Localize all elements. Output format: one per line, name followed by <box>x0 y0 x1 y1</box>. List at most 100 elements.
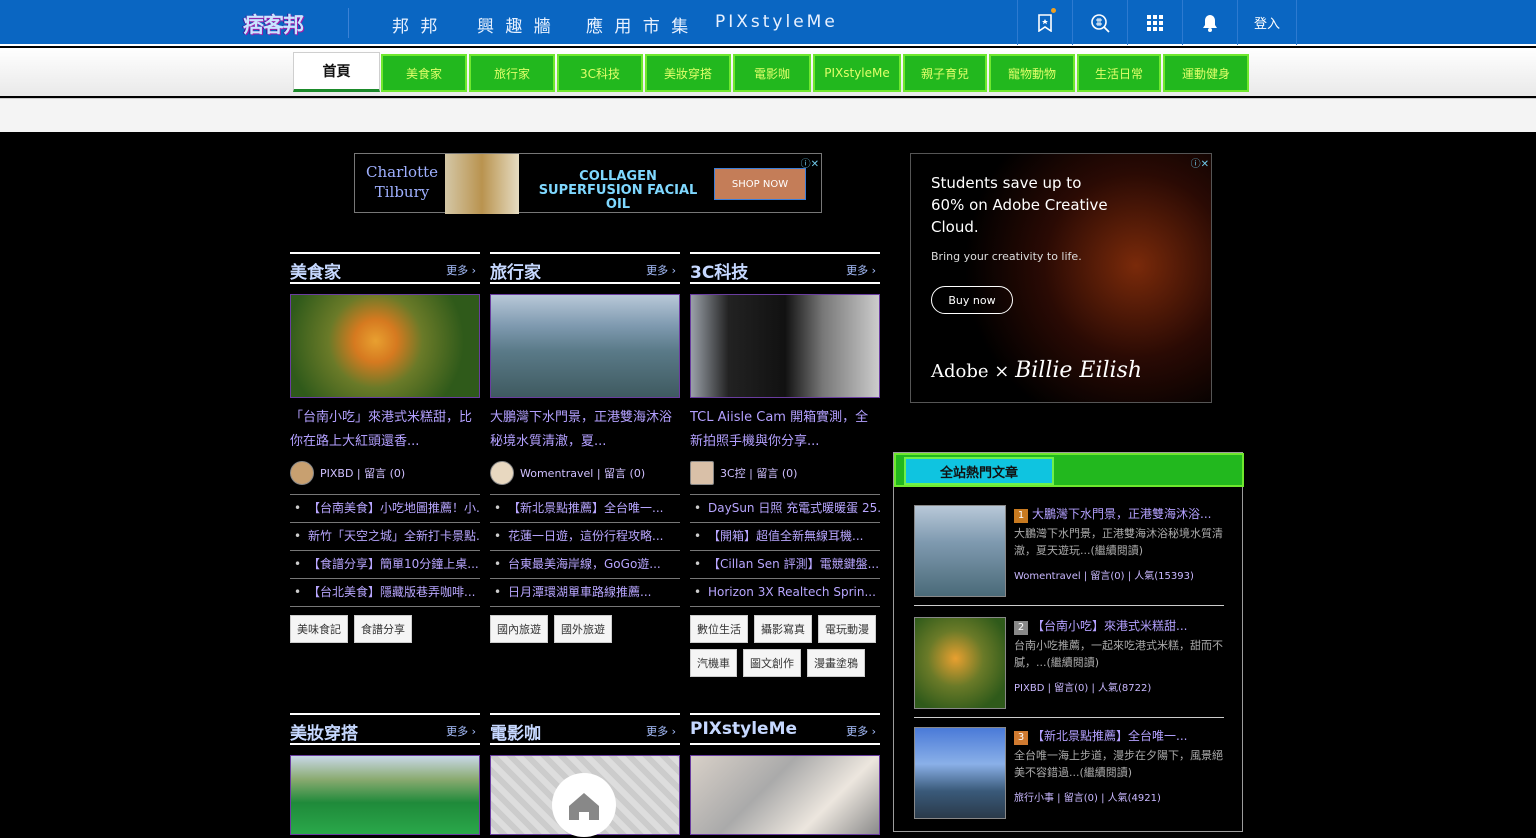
column-header: 3C科技 更多 › <box>690 252 880 284</box>
list-item[interactable]: 日月潭環湖單車路線推薦... <box>490 579 680 607</box>
nav-pixstyleme[interactable]: PIXstyleMe <box>715 12 838 32</box>
ad-close-icon[interactable]: ⓘ✕ <box>1191 155 1209 170</box>
column-more-link[interactable]: 更多 › <box>646 262 676 278</box>
category-tab-pets[interactable]: 寵物動物 <box>989 54 1075 92</box>
category-column-3c: 3C科技 更多 › TCL Aiisle Cam 開箱實測，全新拍照手機與你分享… <box>690 252 880 677</box>
hot-article-thumbnail[interactable] <box>914 617 1006 709</box>
featured-thumbnail[interactable] <box>290 294 480 398</box>
avatar[interactable] <box>490 461 514 485</box>
ad-buy-now-button[interactable]: Buy now <box>931 286 1013 314</box>
featured-post-title[interactable]: 大鵬灣下水門景，正港雙海沐浴秘境水質清澈，夏... <box>490 406 680 454</box>
home-placeholder-icon <box>552 773 616 837</box>
column-more-link[interactable]: 更多 › <box>446 262 476 278</box>
column-title[interactable]: 旅行家 <box>490 258 541 283</box>
tag-chip[interactable]: 國外旅遊 <box>554 615 612 643</box>
list-item[interactable]: 【Cillan Sen 評測】電競鍵盤... <box>690 551 880 579</box>
column-header: 旅行家 更多 › <box>490 252 680 284</box>
column-title[interactable]: 3C科技 <box>690 258 748 283</box>
list-item[interactable]: Horizon 3X Realtech Sprin... <box>690 579 880 607</box>
category-tab-sports[interactable]: 運動健身 <box>1163 54 1249 92</box>
column-more-link[interactable]: 更多 › <box>646 723 676 739</box>
bell-icon[interactable] <box>1182 0 1237 45</box>
list-item[interactable]: 花蓮一日遊，這份行程攻略... <box>490 523 680 551</box>
column-title[interactable]: 電影咖 <box>490 719 541 744</box>
nav-app-market[interactable]: 應 用 市 集 <box>586 12 691 37</box>
column-header: 電影咖 更多 › <box>490 713 680 745</box>
list-item[interactable]: 【開箱】超值全新無線耳機... <box>690 523 880 551</box>
featured-thumbnail[interactable] <box>690 755 880 835</box>
banner-ad-top[interactable]: Charlotte Tilbury COLLAGEN SUPERFUSION F… <box>354 153 822 214</box>
category-tab-movie[interactable]: 電影咖 <box>733 54 811 92</box>
avatar[interactable] <box>690 461 714 485</box>
author-name[interactable]: Womentravel <box>520 467 593 480</box>
featured-thumbnail[interactable] <box>690 294 880 398</box>
hashtag-search-icon[interactable] <box>1072 0 1127 45</box>
column-title[interactable]: PIXstyleMe <box>690 719 797 739</box>
sidebar-ad[interactable]: ⓘ✕ Students save up to 60% on Adobe Crea… <box>910 153 1212 403</box>
category-tab-parenting[interactable]: 親子育兒 <box>903 54 987 92</box>
column-title[interactable]: 美食家 <box>290 258 341 283</box>
notification-dot <box>1051 8 1056 13</box>
tag-chip[interactable]: 攝影寫真 <box>754 615 812 643</box>
hot-article-title[interactable]: 1 大鵬灣下水門景，正港雙海沐浴... <box>1014 505 1224 523</box>
ad-shop-now-button[interactable]: SHOP NOW <box>714 168 806 200</box>
tag-chip[interactable]: 數位生活 <box>690 615 748 643</box>
avatar[interactable] <box>290 461 314 485</box>
featured-thumbnail[interactable] <box>490 755 680 837</box>
featured-thumbnail[interactable] <box>290 755 480 835</box>
tag-chip[interactable]: 電玩動漫 <box>818 615 876 643</box>
list-item[interactable]: 【台北美食】隱藏版巷弄咖啡... <box>290 579 480 607</box>
hot-article-meta: PIXBD | 留言(0) | 人氣(8722) <box>1014 683 1152 694</box>
featured-post-title[interactable]: 「台南小吃」來港式米糕甜，比你在路上大紅頭還香... <box>290 406 480 454</box>
author-name[interactable]: PIXBD <box>320 467 353 480</box>
nav-bangbang[interactable]: 邦 邦 <box>392 12 440 37</box>
featured-thumbnail[interactable] <box>490 294 680 398</box>
list-item[interactable]: DaySun 日照 充電式暖暖蛋 25... <box>690 495 880 523</box>
hot-article-title-text: 【新北景點推薦】全台唯一... <box>1032 729 1188 743</box>
category-home-tab[interactable]: 首頁 <box>293 52 380 92</box>
featured-post-title[interactable]: TCL Aiisle Cam 開箱實測，全新拍照手機與你分享... <box>690 406 880 454</box>
category-tab-life[interactable]: 生活日常 <box>1077 54 1161 92</box>
column-header: PIXstyleMe 更多 › <box>690 713 880 745</box>
column-more-link[interactable]: 更多 › <box>846 723 876 739</box>
list-item[interactable]: 新竹「天空之城」全新打卡景點... <box>290 523 480 551</box>
list-item[interactable]: 【食譜分享】簡單10分鐘上桌... <box>290 551 480 579</box>
list-item[interactable]: 【台南美食】小吃地圖推薦！小... <box>290 495 480 523</box>
column-more-link[interactable]: 更多 › <box>846 262 876 278</box>
more-label: 更多 <box>646 725 669 738</box>
tag-chip[interactable]: 汽機車 <box>690 649 737 677</box>
tag-list: 美味食記 食譜分享 <box>290 615 480 643</box>
hot-article-thumbnail[interactable] <box>914 505 1006 597</box>
hot-article-thumbnail[interactable] <box>914 727 1006 819</box>
ad-subline: Bring your creativity to life. <box>931 250 1082 263</box>
tag-chip[interactable]: 漫畫塗鴉 <box>807 649 865 677</box>
more-label: 更多 <box>446 725 469 738</box>
apps-grid-icon[interactable] <box>1127 0 1182 45</box>
category-tab-food[interactable]: 美食家 <box>381 54 467 92</box>
category-tab-travel[interactable]: 旅行家 <box>469 54 555 92</box>
column-more-link[interactable]: 更多 › <box>446 723 476 739</box>
site-logo[interactable]: 痞客邦 <box>243 9 317 37</box>
column-title[interactable]: 美妝穿搭 <box>290 719 358 744</box>
hot-articles-tab[interactable]: 全站熱門文章 <box>904 457 1054 485</box>
list-item[interactable]: 台東最美海岸線，GoGo遊... <box>490 551 680 579</box>
bookmark-icon[interactable] <box>1017 0 1072 45</box>
category-tab-3c[interactable]: 3C科技 <box>557 54 643 92</box>
list-item[interactable]: 【新北景點推薦】全台唯一... <box>490 495 680 523</box>
author-name[interactable]: 3C控 <box>720 465 746 481</box>
tag-chip[interactable]: 圖文創作 <box>743 649 801 677</box>
category-column-pixstyleme: PIXstyleMe 更多 › <box>690 713 880 835</box>
more-label: 更多 <box>846 725 869 738</box>
ad-close-icon[interactable]: ⓘ✕ <box>801 155 819 170</box>
hot-articles-panel: 全站熱門文章 1 大鵬灣下水門景，正港雙海沐浴... 大鵬灣下水門景，正港雙海沐浴… <box>893 452 1244 832</box>
tag-chip[interactable]: 食譜分享 <box>354 615 412 643</box>
category-tab-pixstyleme[interactable]: PIXstyleMe <box>813 54 901 92</box>
tag-chip[interactable]: 美味食記 <box>290 615 348 643</box>
logo-divider <box>348 8 349 38</box>
hot-article-title[interactable]: 3 【新北景點推薦】全台唯一... <box>1014 727 1224 745</box>
hot-article-title[interactable]: 2 【台南小吃】來港式米糕甜... <box>1014 617 1224 635</box>
tag-chip[interactable]: 國內旅遊 <box>490 615 548 643</box>
login-button[interactable]: 登入 <box>1237 0 1297 45</box>
category-tab-beauty[interactable]: 美妝穿搭 <box>645 54 731 92</box>
nav-interest-wall[interactable]: 興 趣 牆 <box>477 12 554 37</box>
